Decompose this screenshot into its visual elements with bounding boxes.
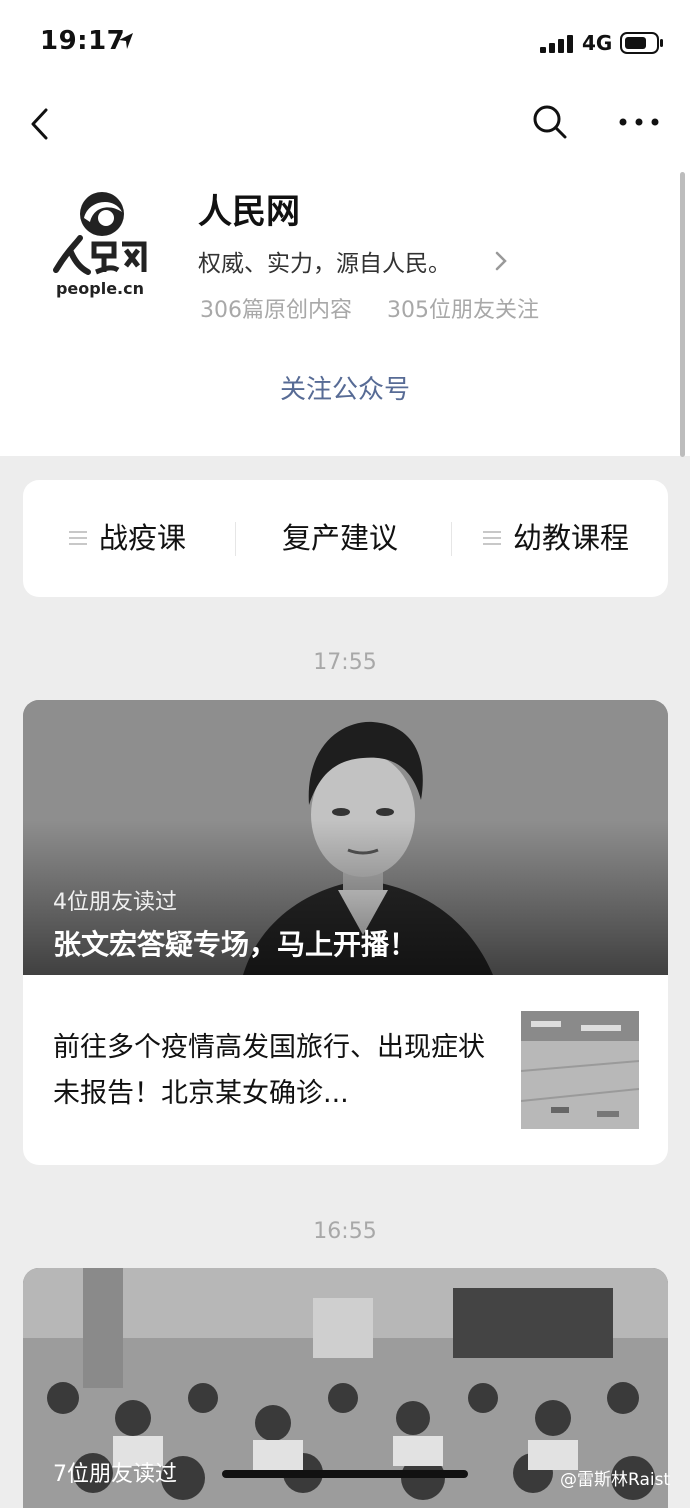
account-description[interactable]: 权威、实力，源自人民。 (198, 244, 451, 278)
friends-read: 7位朋友读过 (53, 1462, 177, 1487)
menu-item-fuchan[interactable]: 复产建议 (282, 480, 398, 597)
menu-divider (235, 522, 236, 556)
location-arrow-icon (119, 33, 133, 49)
menu-item-zhanyike[interactable]: 战疫课 (69, 480, 186, 597)
menu-item-youjiao[interactable]: 幼教课程 (483, 480, 629, 597)
menu-bar: 战疫课 复产建议 幼教课程 (23, 480, 668, 597)
article-group: 4位朋友读过 张文宏答疑专场，马上开播！ 前往多个疫情高发国旅行、出现症状未报告… (23, 700, 668, 1165)
search-icon[interactable] (530, 102, 570, 142)
friends-read: 4位朋友读过 (53, 890, 177, 915)
back-icon[interactable] (26, 104, 56, 144)
signal-icon (540, 35, 573, 53)
menu-item-label: 复产建议 (282, 521, 399, 555)
menu-divider (451, 522, 452, 556)
status-bar: 19:17 4G (0, 0, 690, 88)
list-icon (483, 531, 501, 545)
account-stats: 306篇原创内容 305位朋友关注 (200, 292, 539, 324)
hero-article[interactable]: 4位朋友读过 张文宏答疑专场，马上开播！ (23, 700, 668, 975)
follow-button[interactable]: 关注公众号 (0, 369, 690, 406)
status-time: 19:17 (40, 26, 126, 56)
home-indicator[interactable] (222, 1470, 468, 1478)
list-icon (69, 531, 87, 545)
timestamp: 17:55 (313, 650, 377, 675)
nav-bar (0, 88, 690, 164)
account-profile: people.cn 人民网 权威、实力，源自人民。 306篇原创内容 305位朋… (0, 164, 690, 456)
menu-item-label: 幼教课程 (513, 521, 630, 555)
sub-article-thumbnail[interactable] (521, 1011, 639, 1129)
original-count: 306篇原创内容 (200, 298, 352, 323)
sub-article-title[interactable]: 前往多个疫情高发国旅行、出现症状未报告！北京某女确诊... (53, 1025, 493, 1117)
timestamp: 16:55 (313, 1219, 377, 1244)
chevron-right-icon[interactable] (494, 250, 508, 272)
watermark: @雷斯林Raist (560, 1470, 671, 1490)
account-logo[interactable]: people.cn (44, 188, 156, 300)
more-icon[interactable] (617, 112, 661, 132)
battery-icon (620, 32, 663, 54)
account-name: 人民网 (198, 192, 300, 232)
menu-item-label: 战疫课 (99, 521, 187, 555)
logo-text: people.cn (56, 279, 144, 298)
network-type: 4G (582, 31, 613, 55)
scrollbar[interactable] (680, 172, 685, 457)
hero-title: 张文宏答疑专场，马上开播！ (53, 928, 418, 961)
friends-following: 305位朋友关注 (387, 298, 539, 323)
